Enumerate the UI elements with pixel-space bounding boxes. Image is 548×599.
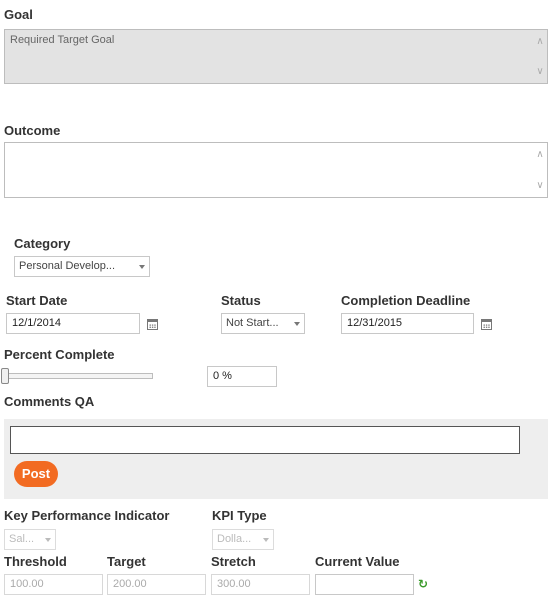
- kpi-selected: Sal...: [9, 533, 35, 545]
- stretch-value: 300.00: [217, 578, 251, 590]
- start-date-input[interactable]: 12/1/2014: [6, 313, 140, 334]
- current-value-input[interactable]: [315, 574, 414, 595]
- refresh-icon[interactable]: ↻: [418, 577, 428, 591]
- caret-down-icon: [45, 538, 51, 542]
- caret-down-icon: [263, 538, 269, 542]
- kpi-type-selected: Dolla...: [217, 533, 252, 545]
- caret-down-icon: [294, 322, 300, 326]
- status-select[interactable]: Not Start...: [221, 313, 305, 334]
- status-label: Status: [221, 293, 261, 308]
- category-select[interactable]: Personal Develop...: [14, 256, 150, 277]
- outcome-textarea[interactable]: ∧ ∨: [4, 142, 548, 198]
- status-selected: Not Start...: [226, 317, 279, 329]
- percent-slider-track[interactable]: [4, 373, 153, 379]
- completion-deadline-input[interactable]: 12/31/2015: [341, 313, 474, 334]
- stretch-label: Stretch: [211, 554, 256, 569]
- comment-input[interactable]: [10, 426, 520, 454]
- category-label: Category: [14, 236, 71, 251]
- post-button[interactable]: Post: [14, 461, 58, 487]
- stretch-input[interactable]: 300.00: [211, 574, 310, 595]
- kpi-type-select[interactable]: Dolla...: [212, 529, 274, 550]
- completion-deadline-value: 12/31/2015: [347, 317, 403, 329]
- caret-down-icon: [139, 265, 145, 269]
- kpi-select[interactable]: Sal...: [4, 529, 56, 550]
- chevron-up-icon[interactable]: ∧: [533, 36, 547, 47]
- chevron-down-icon[interactable]: ∨: [533, 66, 547, 77]
- goal-textarea[interactable]: Required Target Goal ∧ ∨: [4, 29, 548, 84]
- target-label: Target: [107, 554, 146, 569]
- percent-complete-value: 0 %: [213, 370, 232, 382]
- goal-text: Required Target Goal: [10, 34, 115, 46]
- target-input[interactable]: 200.00: [107, 574, 206, 595]
- current-value-label: Current Value: [315, 554, 400, 569]
- threshold-value: 100.00: [10, 578, 44, 590]
- calendar-icon[interactable]: [481, 319, 492, 330]
- percent-slider-handle[interactable]: [1, 368, 9, 384]
- target-value: 200.00: [113, 578, 147, 590]
- kpi-label: Key Performance Indicator: [4, 508, 170, 523]
- category-selected: Personal Develop...: [19, 260, 115, 272]
- kpi-type-label: KPI Type: [212, 508, 267, 523]
- threshold-input[interactable]: 100.00: [4, 574, 103, 595]
- start-date-label: Start Date: [6, 293, 68, 308]
- outcome-scrollbar[interactable]: ∧ ∨: [533, 143, 547, 197]
- calendar-icon[interactable]: [147, 319, 158, 330]
- completion-deadline-label: Completion Deadline: [341, 293, 471, 308]
- percent-complete-label: Percent Complete: [4, 347, 115, 362]
- goal-label: Goal: [4, 7, 33, 22]
- percent-complete-input[interactable]: 0 %: [207, 366, 277, 387]
- goal-scrollbar[interactable]: ∧ ∨: [533, 30, 547, 83]
- start-date-value: 12/1/2014: [12, 317, 61, 329]
- chevron-down-icon[interactable]: ∨: [533, 180, 547, 191]
- threshold-label: Threshold: [4, 554, 67, 569]
- comments-label: Comments QA: [4, 394, 95, 409]
- outcome-label: Outcome: [4, 123, 61, 138]
- chevron-up-icon[interactable]: ∧: [533, 149, 547, 160]
